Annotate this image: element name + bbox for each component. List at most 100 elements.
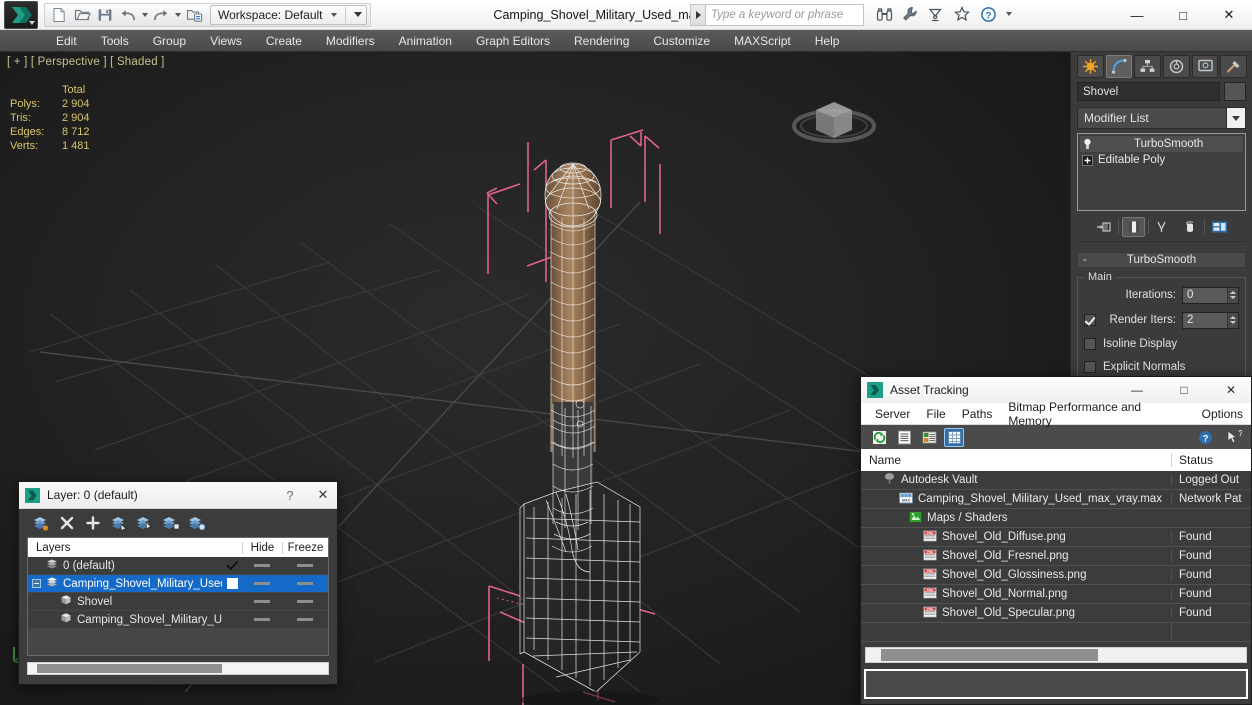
highlight-selected-objects-layers-button[interactable] [135,513,155,533]
column-header-freeze[interactable]: Freeze [282,541,328,554]
iterations-value[interactable]: 0 [1183,287,1227,303]
view-cube-box[interactable] [816,102,852,138]
menu-item-maxscript[interactable]: MAXScript [722,31,803,51]
iterations-spinner[interactable]: 0 [1182,286,1239,304]
refresh-button[interactable] [869,428,889,447]
object-color-swatch[interactable] [1224,82,1246,101]
undo-dropdown-caret-icon[interactable] [140,5,149,25]
redo-dropdown-caret-icon[interactable] [173,5,182,25]
layer-row-default[interactable]: 0 (default) [28,557,328,575]
context-help-button[interactable]: ? [1223,428,1243,447]
layer-list-horizontal-scrollbar[interactable] [27,662,329,675]
help-icon[interactable]: ? [978,4,998,24]
column-header-hide[interactable]: Hide [242,541,282,554]
set-current-layer-button[interactable] [187,513,207,533]
help-dropdown-caret-icon[interactable] [1004,4,1013,24]
asset-row-autodesk-vault[interactable]: Autodesk Vault Logged Out [861,471,1251,490]
quick-search-expand-button[interactable] [690,4,706,26]
delete-empty-layers-button[interactable] [57,513,77,533]
layer-freeze-toggle[interactable] [282,582,328,585]
layer-freeze-toggle[interactable] [282,618,328,621]
layer-hide-toggle[interactable] [242,564,282,567]
viewport-label[interactable]: [ + ] [ Perspective ] [ Shaded ] [7,56,165,68]
make-unique-button[interactable] [1152,217,1175,237]
modifier-stack[interactable]: TurboSmooth Editable Poly [1077,133,1246,211]
wrench-icon[interactable] [900,4,920,24]
asset-menu-paths[interactable]: Paths [954,405,1001,423]
collapse-icon[interactable]: - [1083,254,1087,266]
modifier-stack-item-turbosmooth[interactable]: TurboSmooth [1080,136,1243,152]
help-button[interactable]: ? [1195,428,1215,447]
set-project-folder-button[interactable] [183,5,205,25]
layer-list[interactable]: Layers Hide Freeze 0 (default) Camping_S… [27,537,329,656]
explicit-normals-row[interactable]: Explicit Normals [1084,359,1239,375]
layer-freeze-toggle[interactable] [282,564,328,567]
menu-item-views[interactable]: Views [198,31,254,51]
create-tab[interactable] [1077,55,1104,78]
layer-dialog[interactable]: Layer: 0 (default) ? ✕ Layers Hide Freez… [18,481,338,685]
asset-row-fresnel-png[interactable]: PNG Shovel_Old_Fresnel.png Found [861,547,1251,566]
menu-item-create[interactable]: Create [254,31,314,51]
scrollbar-thumb[interactable] [881,649,1098,661]
list-view-button[interactable] [894,428,914,447]
favorites-star-icon[interactable] [952,4,972,24]
isoline-display-row[interactable]: Isoline Display [1084,336,1239,352]
menu-item-help[interactable]: Help [803,31,852,51]
pin-stack-button[interactable] [1092,217,1115,237]
layer-hide-toggle[interactable] [242,618,282,621]
asset-row-maps-shaders[interactable]: Maps / Shaders [861,509,1251,528]
open-file-button[interactable] [71,5,93,25]
workspace-selector[interactable]: Workspace: Default [210,4,367,25]
close-button[interactable]: ✕ [1206,0,1252,30]
logo-dropdown-caret-icon[interactable] [29,20,35,25]
asset-status-field[interactable] [864,669,1248,699]
column-header-status[interactable]: Status [1171,453,1251,467]
column-header-layers[interactable]: Layers [28,542,222,554]
remove-modifier-button[interactable] [1178,217,1201,237]
undo-button[interactable] [117,5,139,25]
asset-row-max-file[interactable]: MAX Camping_Shovel_Military_Used_max_vra… [861,490,1251,509]
app-logo-button[interactable] [4,0,38,29]
layer-current-check[interactable] [222,560,242,571]
layer-row-camping-shovel[interactable]: Camping_Shovel_Military_Used [28,575,328,593]
asset-row-normal-png[interactable]: PNG Shovel_Old_Normal.png Found [861,585,1251,604]
modifier-stack-item-editable-poly[interactable]: Editable Poly [1080,152,1243,168]
layer-hide-toggle[interactable] [242,600,282,603]
quick-search-input[interactable]: Type a keyword or phrase [706,4,864,26]
explicit-normals-checkbox[interactable] [1084,361,1096,373]
configure-modifier-sets-button[interactable] [1208,217,1231,237]
workspace-menu-caret-icon[interactable] [353,12,362,17]
motion-tab[interactable] [1163,55,1190,78]
view-cube[interactable] [786,80,882,160]
new-file-button[interactable] [48,5,70,25]
asset-close-button[interactable]: ✕ [1211,377,1251,403]
render-iters-value[interactable]: 2 [1183,312,1227,328]
search-binoculars-icon[interactable] [874,4,894,24]
modify-tab[interactable] [1105,55,1133,78]
asset-menu-options[interactable]: Options [1194,405,1251,423]
hierarchy-tab[interactable] [1134,55,1162,78]
display-tab[interactable] [1191,55,1219,78]
menu-item-edit[interactable]: Edit [44,31,89,51]
lightbulb-icon[interactable] [1080,137,1094,151]
asset-row-diffuse-png[interactable]: PNG Shovel_Old_Diffuse.png Found [861,528,1251,547]
expand-collapse-icon[interactable] [32,579,41,588]
layer-dialog-help-button[interactable]: ? [278,488,302,503]
layer-freeze-toggle[interactable] [282,600,328,603]
layer-row-object-camping-shovel[interactable]: Camping_Shovel_Military_Used [28,611,328,629]
add-new-layer-button[interactable] [83,513,103,533]
render-iters-spin-arrows[interactable] [1227,312,1238,328]
layer-row-object-shovel[interactable]: Shovel [28,593,328,611]
render-iters-spinner[interactable]: 2 [1182,311,1239,329]
menu-item-graph-editors[interactable]: Graph Editors [464,31,562,51]
isoline-display-checkbox[interactable] [1084,338,1096,350]
asset-menu-file[interactable]: File [918,405,953,423]
asset-row-specular-png[interactable]: PNG Shovel_Old_Specular.png Found [861,604,1251,623]
chevron-down-icon[interactable] [1226,108,1245,128]
new-layer-containing-selection-button[interactable] [31,513,51,533]
scrollbar-thumb[interactable] [37,664,222,673]
asset-menu-bitmap-performance[interactable]: Bitmap Performance and Memory [1000,398,1193,430]
menu-item-tools[interactable]: Tools [89,31,141,51]
maximize-button[interactable]: □ [1160,0,1206,30]
object-name-field[interactable]: Shovel [1077,82,1220,101]
